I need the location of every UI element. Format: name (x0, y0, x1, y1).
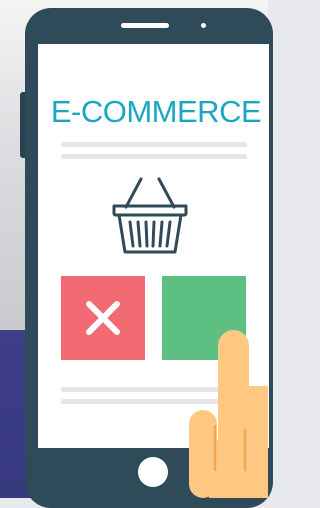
shopping-basket-icon (112, 177, 188, 254)
phone-speaker (121, 23, 169, 28)
phone-camera (201, 23, 206, 28)
pointing-hand-icon (189, 330, 268, 498)
text-line-placeholder (61, 142, 247, 147)
page-title: E-COMMERCE (50, 94, 262, 129)
x-mark-icon (86, 301, 120, 335)
home-button[interactable] (138, 457, 168, 487)
reject-button[interactable] (61, 276, 145, 360)
text-line-placeholder (61, 154, 247, 159)
